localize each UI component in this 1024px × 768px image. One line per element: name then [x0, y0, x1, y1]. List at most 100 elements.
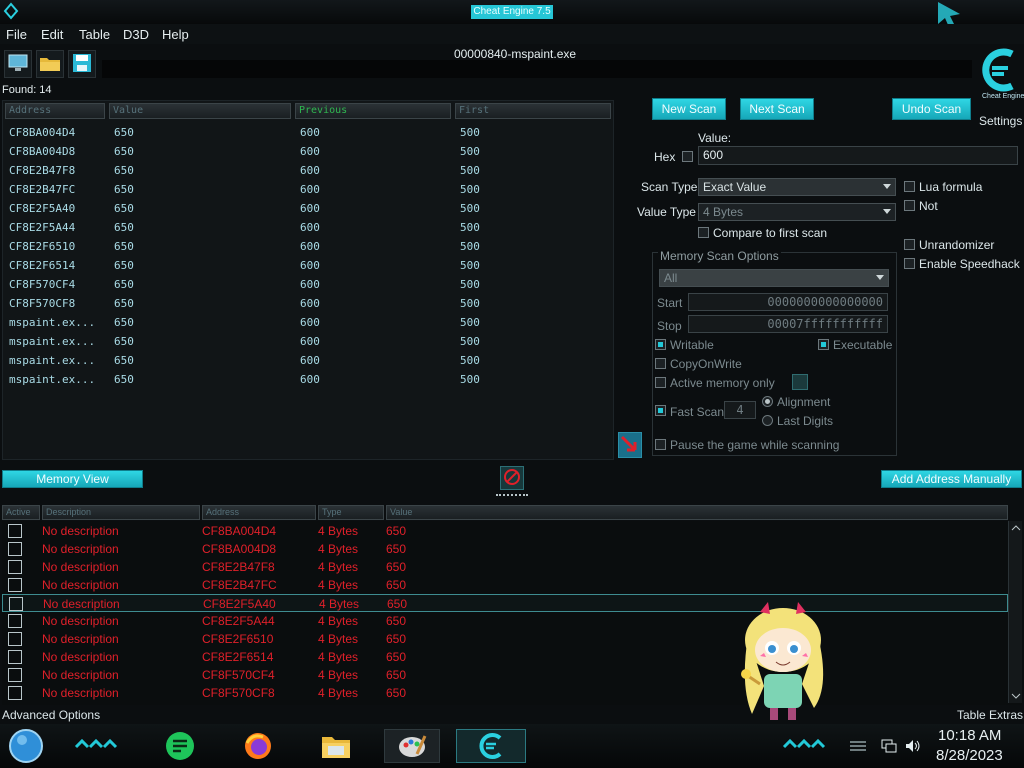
- cheat-engine-logo[interactable]: Cheat Engine: [978, 46, 1024, 112]
- active-checkbox[interactable]: [8, 614, 22, 628]
- active-checkbox[interactable]: [8, 650, 22, 664]
- settings-link[interactable]: Settings: [979, 114, 1022, 128]
- address-row[interactable]: No description CF8E2F5A44 4 Bytes 650: [2, 612, 1008, 630]
- not-checkbox[interactable]: [904, 200, 915, 211]
- active-checkbox[interactable]: [8, 668, 22, 682]
- address-row[interactable]: No description CF8E2F6510 4 Bytes 650: [2, 630, 1008, 648]
- result-first: 500: [460, 297, 480, 310]
- memory-region-select[interactable]: All: [659, 269, 889, 287]
- add-to-list-button[interactable]: [618, 432, 642, 458]
- clock-date[interactable]: 8/28/2023: [936, 747, 1003, 764]
- open-process-button[interactable]: [4, 50, 32, 78]
- address-row[interactable]: No description CF8E2F6514 4 Bytes 650: [2, 648, 1008, 666]
- col-value[interactable]: Value: [109, 103, 291, 119]
- memory-region-icon[interactable]: [792, 374, 808, 390]
- value-input[interactable]: 600: [698, 146, 1018, 165]
- address-row[interactable]: No description CF8F570CF4 4 Bytes 650: [2, 666, 1008, 684]
- result-row[interactable]: CF8E2F5A44 650 600 500: [3, 218, 613, 237]
- result-row[interactable]: CF8E2B47FC 650 600 500: [3, 180, 613, 199]
- result-row[interactable]: CF8BA004D8 650 600 500: [3, 142, 613, 161]
- next-scan-button[interactable]: Next Scan: [740, 98, 814, 120]
- last-digits-radio[interactable]: [762, 415, 773, 426]
- volume-icon[interactable]: [904, 738, 922, 754]
- pause-game-checkbox[interactable]: [655, 439, 666, 450]
- active-memory-checkbox[interactable]: [655, 377, 666, 388]
- menu-file[interactable]: File: [6, 27, 27, 42]
- hex-checkbox[interactable]: [682, 151, 693, 162]
- address-list-scrollbar[interactable]: [1008, 521, 1022, 703]
- start-address-input[interactable]: 0000000000000000: [688, 293, 888, 311]
- executable-checkbox[interactable]: [818, 339, 829, 350]
- col-previous[interactable]: Previous: [295, 103, 451, 119]
- firefox-icon[interactable]: [240, 729, 276, 763]
- active-checkbox[interactable]: [9, 597, 23, 611]
- address-row[interactable]: No description CF8BA004D4 4 Bytes 650: [2, 522, 1008, 540]
- col-first[interactable]: First: [455, 103, 611, 119]
- result-row[interactable]: CF8E2F6514 650 600 500: [3, 256, 613, 275]
- active-checkbox[interactable]: [8, 560, 22, 574]
- result-row[interactable]: mspaint.ex... 650 600 500: [3, 370, 613, 389]
- col-value[interactable]: Value: [386, 505, 1008, 520]
- speedhack-checkbox[interactable]: [904, 258, 915, 269]
- alignment-radio[interactable]: [762, 396, 773, 407]
- fast-scan-input[interactable]: 4: [724, 401, 756, 419]
- result-row[interactable]: CF8E2F6510 650 600 500: [3, 237, 613, 256]
- cheat-engine-icon[interactable]: [456, 729, 526, 763]
- active-checkbox[interactable]: [8, 632, 22, 646]
- address-row[interactable]: No description CF8BA004D8 4 Bytes 650: [2, 540, 1008, 558]
- unrandomizer-checkbox[interactable]: [904, 239, 915, 250]
- scan-type-select[interactable]: Exact Value: [698, 178, 896, 196]
- chevron-down-icon: [883, 209, 891, 214]
- menu-help[interactable]: Help: [162, 27, 189, 42]
- menu-edit[interactable]: Edit: [41, 27, 63, 42]
- col-address[interactable]: Address: [5, 103, 105, 119]
- result-row[interactable]: CF8E2B47F8 650 600 500: [3, 161, 613, 180]
- result-row[interactable]: mspaint.ex... 650 600 500: [3, 313, 613, 332]
- menu-table[interactable]: Table: [79, 27, 110, 42]
- notes-app-icon[interactable]: [162, 729, 198, 763]
- col-address[interactable]: Address: [202, 505, 316, 520]
- save-button[interactable]: [68, 50, 96, 78]
- copy-on-write-checkbox[interactable]: [655, 358, 666, 369]
- new-scan-button[interactable]: New Scan: [652, 98, 726, 120]
- splitter-handle[interactable]: [496, 494, 528, 496]
- address-value: 650: [387, 597, 408, 611]
- active-checkbox[interactable]: [8, 686, 22, 700]
- undo-scan-button[interactable]: Undo Scan: [892, 98, 971, 120]
- stop-address-input[interactable]: 00007fffffffffff: [688, 315, 888, 333]
- add-address-button[interactable]: Add Address Manually: [881, 470, 1022, 488]
- memory-view-button[interactable]: Memory View: [2, 470, 143, 488]
- open-file-button[interactable]: [36, 50, 64, 78]
- advanced-options-link[interactable]: Advanced Options: [2, 708, 100, 722]
- result-row[interactable]: CF8BA004D4 650 600 500: [3, 123, 613, 142]
- writable-checkbox[interactable]: [655, 339, 666, 350]
- clock-time[interactable]: 10:18 AM: [938, 727, 1001, 744]
- paint-icon[interactable]: [384, 729, 440, 763]
- network-icon[interactable]: [880, 738, 898, 754]
- address-row[interactable]: No description CF8F570CF8 4 Bytes 650: [2, 684, 1008, 702]
- address-row[interactable]: No description CF8E2B47F8 4 Bytes 650: [2, 558, 1008, 576]
- start-orb-icon[interactable]: [6, 726, 46, 766]
- lua-formula-checkbox[interactable]: [904, 181, 915, 192]
- value-type-select[interactable]: 4 Bytes: [698, 203, 896, 221]
- result-row[interactable]: CF8F570CF4 650 600 500: [3, 275, 613, 294]
- result-row[interactable]: CF8F570CF8 650 600 500: [3, 294, 613, 313]
- clear-list-button[interactable]: [500, 466, 524, 490]
- active-checkbox[interactable]: [8, 542, 22, 556]
- col-active[interactable]: Active: [2, 505, 40, 520]
- active-checkbox[interactable]: [8, 578, 22, 592]
- result-row[interactable]: CF8E2F5A40 650 600 500: [3, 199, 613, 218]
- address-row[interactable]: No description CF8E2B47FC 4 Bytes 650: [2, 576, 1008, 594]
- col-type[interactable]: Type: [318, 505, 384, 520]
- address-row[interactable]: No description CF8E2F5A40 4 Bytes 650: [2, 594, 1008, 612]
- show-hidden-icons-icon[interactable]: [848, 740, 868, 754]
- col-description[interactable]: Description: [42, 505, 200, 520]
- result-row[interactable]: mspaint.ex... 650 600 500: [3, 351, 613, 370]
- menu-d3d[interactable]: D3D: [123, 27, 149, 42]
- active-checkbox[interactable]: [8, 524, 22, 538]
- result-row[interactable]: mspaint.ex... 650 600 500: [3, 332, 613, 351]
- table-extras-link[interactable]: Table Extras: [957, 708, 1023, 722]
- compare-first-checkbox[interactable]: [698, 227, 709, 238]
- file-explorer-icon[interactable]: [318, 729, 354, 763]
- fast-scan-checkbox[interactable]: [655, 405, 666, 416]
